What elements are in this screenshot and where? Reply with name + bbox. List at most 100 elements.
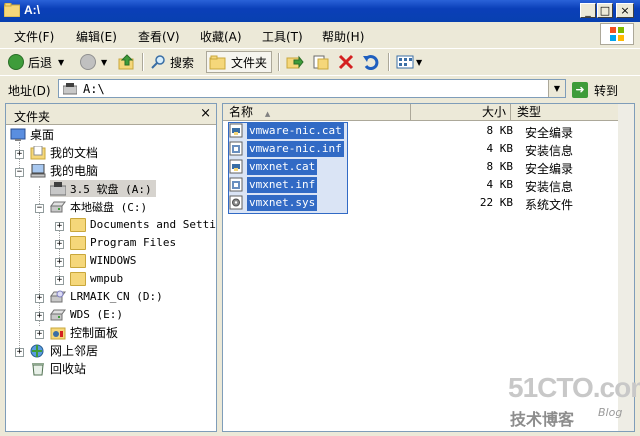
tree-item-my-computer[interactable]: 我的电脑 <box>30 162 98 179</box>
tree-item-windows[interactable]: WINDOWS <box>70 252 136 269</box>
tree-item-floppy-a[interactable]: 3.5 软盘 (A:) <box>50 180 156 197</box>
tree-item-documents-and-settings[interactable]: Documents and Setti <box>70 216 216 233</box>
chevron-down-icon: ▼ <box>101 57 108 67</box>
menu-bar: 文件(F) 编辑(E) 查看(V) 收藏(A) 工具(T) 帮助(H) <box>0 24 596 46</box>
tree-item-label: 桌面 <box>30 128 55 142</box>
watermark: 51CTO.com 技术博客 Blog <box>494 366 640 436</box>
folders-label: 文件夹 <box>231 55 268 70</box>
column-header-size[interactable]: 大小 <box>411 104 511 121</box>
desktop-icon <box>10 128 26 141</box>
tree-expand-button[interactable]: + <box>55 222 64 231</box>
menu-help[interactable]: 帮助(H) <box>322 28 364 45</box>
cd-drive-icon <box>50 290 66 302</box>
folder-pane-close-button[interactable]: × <box>200 106 211 121</box>
recycle-bin-icon <box>32 362 44 375</box>
hard-drive-icon <box>50 309 66 320</box>
go-button[interactable]: ➜ 转到 <box>572 80 618 100</box>
tree-item-recycle-bin[interactable]: 回收站 <box>30 360 86 377</box>
setup-info-file-icon <box>229 141 243 156</box>
tree-collapse-button[interactable]: − <box>35 204 44 213</box>
tree-item-my-documents[interactable]: 我的文档 <box>30 144 98 161</box>
file-type: 系统文件 <box>525 198 574 212</box>
tree-item-label: 我的文档 <box>50 146 99 160</box>
folders-button[interactable]: 文件夹 <box>206 51 273 73</box>
tree-expand-button[interactable]: + <box>15 150 24 159</box>
tree-item-network-places[interactable]: 网上邻居 <box>30 342 98 359</box>
file-type: 安装信息 <box>525 180 574 194</box>
address-value: A:\ <box>83 82 105 96</box>
standard-toolbar: 后退 ▼ ▼ 搜索 文件夹 ▼ <box>0 48 640 75</box>
menu-file[interactable]: 文件(F) <box>14 28 54 45</box>
maximize-button[interactable]: □ <box>597 3 613 18</box>
delete-button[interactable] <box>338 51 354 73</box>
close-button[interactable]: × <box>616 3 634 18</box>
watermark-site: 51CTO.com <box>508 372 640 403</box>
tree-item-label: 我的电脑 <box>50 164 99 178</box>
tree-expand-button[interactable]: + <box>35 294 44 303</box>
tree-item-label: Program Files <box>90 236 177 249</box>
search-button[interactable]: 搜索 <box>150 51 194 73</box>
floppy-drive-icon <box>63 83 77 95</box>
tree-item-label: Documents and Setti <box>90 218 216 231</box>
column-header-label: 名称 <box>229 105 254 119</box>
menu-favorites[interactable]: 收藏(A) <box>200 28 242 45</box>
tree-item-control-panel[interactable]: 控制面板 <box>50 324 118 341</box>
address-input[interactable]: A:\ ▼ <box>58 79 566 98</box>
title-bar[interactable]: A:\ _ □ × <box>0 0 640 22</box>
folder-icon <box>4 3 20 17</box>
file-size: 8 KB <box>486 124 514 137</box>
column-header-type[interactable]: 类型 <box>511 104 620 121</box>
go-label: 转到 <box>594 83 619 98</box>
forward-button[interactable]: ▼ <box>80 51 107 73</box>
undo-icon <box>363 55 379 70</box>
tree-expand-button[interactable]: + <box>55 276 64 285</box>
tree-expand-button[interactable]: + <box>55 258 64 267</box>
tree-item-label: WDS (E:) <box>70 308 123 321</box>
back-button[interactable]: 后退 ▼ <box>8 51 64 73</box>
address-bar: 地址(D) A:\ ▼ ➜ 转到 <box>0 75 640 102</box>
address-dropdown-arrow[interactable]: ▼ <box>548 80 565 97</box>
column-header-name[interactable]: 名称 ▲ <box>223 104 411 121</box>
file-row[interactable]: vmxnet.inf 4 KB 安装信息 <box>223 176 634 194</box>
tree-item-label: WINDOWS <box>90 254 137 267</box>
file-row[interactable]: vmxnet.sys 22 KB 系统文件 <box>223 194 634 212</box>
network-globe-icon <box>30 344 44 357</box>
tree-item-local-disk-c[interactable]: 本地磁盘 (C:) <box>50 198 147 215</box>
folder-icon <box>70 253 86 268</box>
undo-button[interactable] <box>362 51 380 73</box>
tree-item-label: 控制面板 <box>70 326 119 340</box>
back-arrow-icon <box>8 54 24 70</box>
tree-collapse-button[interactable]: − <box>15 168 24 177</box>
file-size: 4 KB <box>486 178 514 191</box>
tree-item-desktop[interactable]: 桌面 <box>10 126 54 143</box>
tree-item-label: 3.5 软盘 (A:) <box>70 182 152 196</box>
folders-icon <box>209 55 226 70</box>
file-row[interactable]: vmware-nic.cat 8 KB 安全编录 <box>223 122 634 140</box>
move-to-button[interactable] <box>286 51 304 73</box>
system-file-icon <box>229 195 243 210</box>
tree-item-label: 回收站 <box>50 362 87 376</box>
file-row[interactable]: vmxnet.cat 8 KB 安全编录 <box>223 158 634 176</box>
folder-icon <box>70 217 86 232</box>
file-size: 8 KB <box>486 160 514 173</box>
menu-edit[interactable]: 编辑(E) <box>76 28 117 45</box>
tree-item-drive-d[interactable]: LRMAIK_CN (D:) <box>50 288 163 305</box>
tree-item-wmpub[interactable]: wmpub <box>70 270 123 287</box>
tree-expand-button[interactable]: + <box>55 240 64 249</box>
views-button[interactable]: ▼ <box>396 51 422 73</box>
folder-icon <box>70 271 86 286</box>
minimize-button[interactable]: _ <box>580 3 596 18</box>
tree-item-drive-e[interactable]: WDS (E:) <box>50 306 123 323</box>
file-row[interactable]: vmware-nic.inf 4 KB 安装信息 <box>223 140 634 158</box>
tree-expand-button[interactable]: + <box>35 330 44 339</box>
menu-view[interactable]: 查看(V) <box>138 28 180 45</box>
copy-to-button[interactable] <box>312 51 330 73</box>
tree-expand-button[interactable]: + <box>35 312 44 321</box>
my-documents-icon <box>30 145 46 159</box>
chevron-down-icon: ▼ <box>58 57 65 67</box>
tree-item-label: wmpub <box>90 272 124 285</box>
tree-expand-button[interactable]: + <box>15 348 24 357</box>
tree-item-program-files[interactable]: Program Files <box>70 234 176 251</box>
menu-tools[interactable]: 工具(T) <box>262 28 303 45</box>
up-button[interactable] <box>118 51 136 73</box>
